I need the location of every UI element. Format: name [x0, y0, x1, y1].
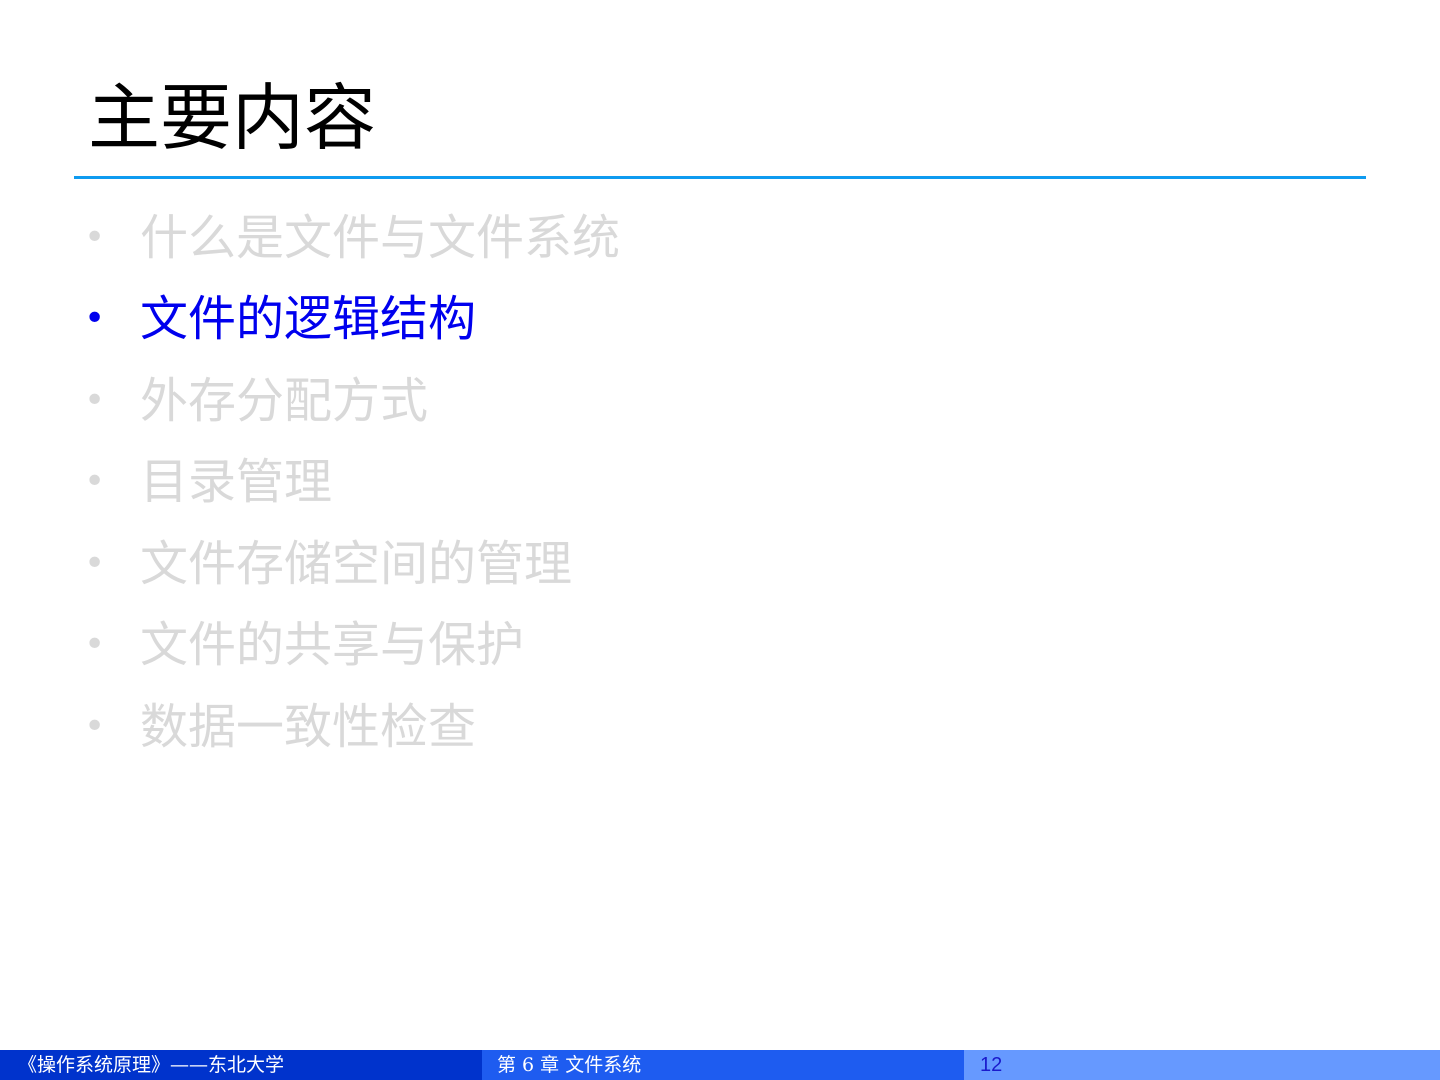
agenda-item-label: 什么是文件与文件系统	[140, 210, 621, 266]
agenda-item-label: 目录管理	[140, 454, 333, 510]
footer-bar: 《操作系统原理》——东北大学 第 6 章 文件系统 12	[0, 1050, 1440, 1080]
agenda-item: • 目录管理	[84, 452, 332, 512]
agenda-item-label: 文件的共享与保护	[140, 617, 525, 673]
agenda-item: • 数据一致性检查	[84, 697, 476, 757]
agenda-item-label: 外存分配方式	[140, 373, 429, 429]
bullet-dot-icon: •	[84, 461, 106, 502]
bullet-dot-icon: •	[84, 543, 106, 584]
bullet-dot-icon: •	[84, 298, 106, 339]
agenda-item-label: 文件存储空间的管理	[140, 536, 573, 592]
footer-chapter: 第 6 章 文件系统	[482, 1050, 964, 1080]
agenda-item-active: • 文件的逻辑结构	[84, 289, 476, 349]
bullet-dot-icon: •	[84, 217, 106, 258]
agenda-item-label: 文件的逻辑结构	[140, 291, 477, 347]
agenda-item-label: 数据一致性检查	[140, 699, 477, 755]
agenda-item: • 文件的共享与保护	[84, 615, 524, 675]
agenda-item: • 外存分配方式	[84, 371, 428, 431]
bullet-dot-icon: •	[84, 624, 106, 665]
agenda-item: • 文件存储空间的管理	[84, 534, 572, 594]
slide: 主要内容 • 什么是文件与文件系统 • 文件的逻辑结构 • 外存分配方式 • 目…	[0, 0, 1440, 1080]
agenda-list: • 什么是文件与文件系统 • 文件的逻辑结构 • 外存分配方式 • 目录管理 •…	[0, 0, 1440, 1040]
bullet-dot-icon: •	[84, 706, 106, 747]
footer-course-title: 《操作系统原理》——东北大学	[0, 1050, 482, 1080]
agenda-item: • 什么是文件与文件系统	[84, 208, 620, 268]
footer-page-number: 12	[964, 1050, 1440, 1080]
bullet-dot-icon: •	[84, 380, 106, 421]
